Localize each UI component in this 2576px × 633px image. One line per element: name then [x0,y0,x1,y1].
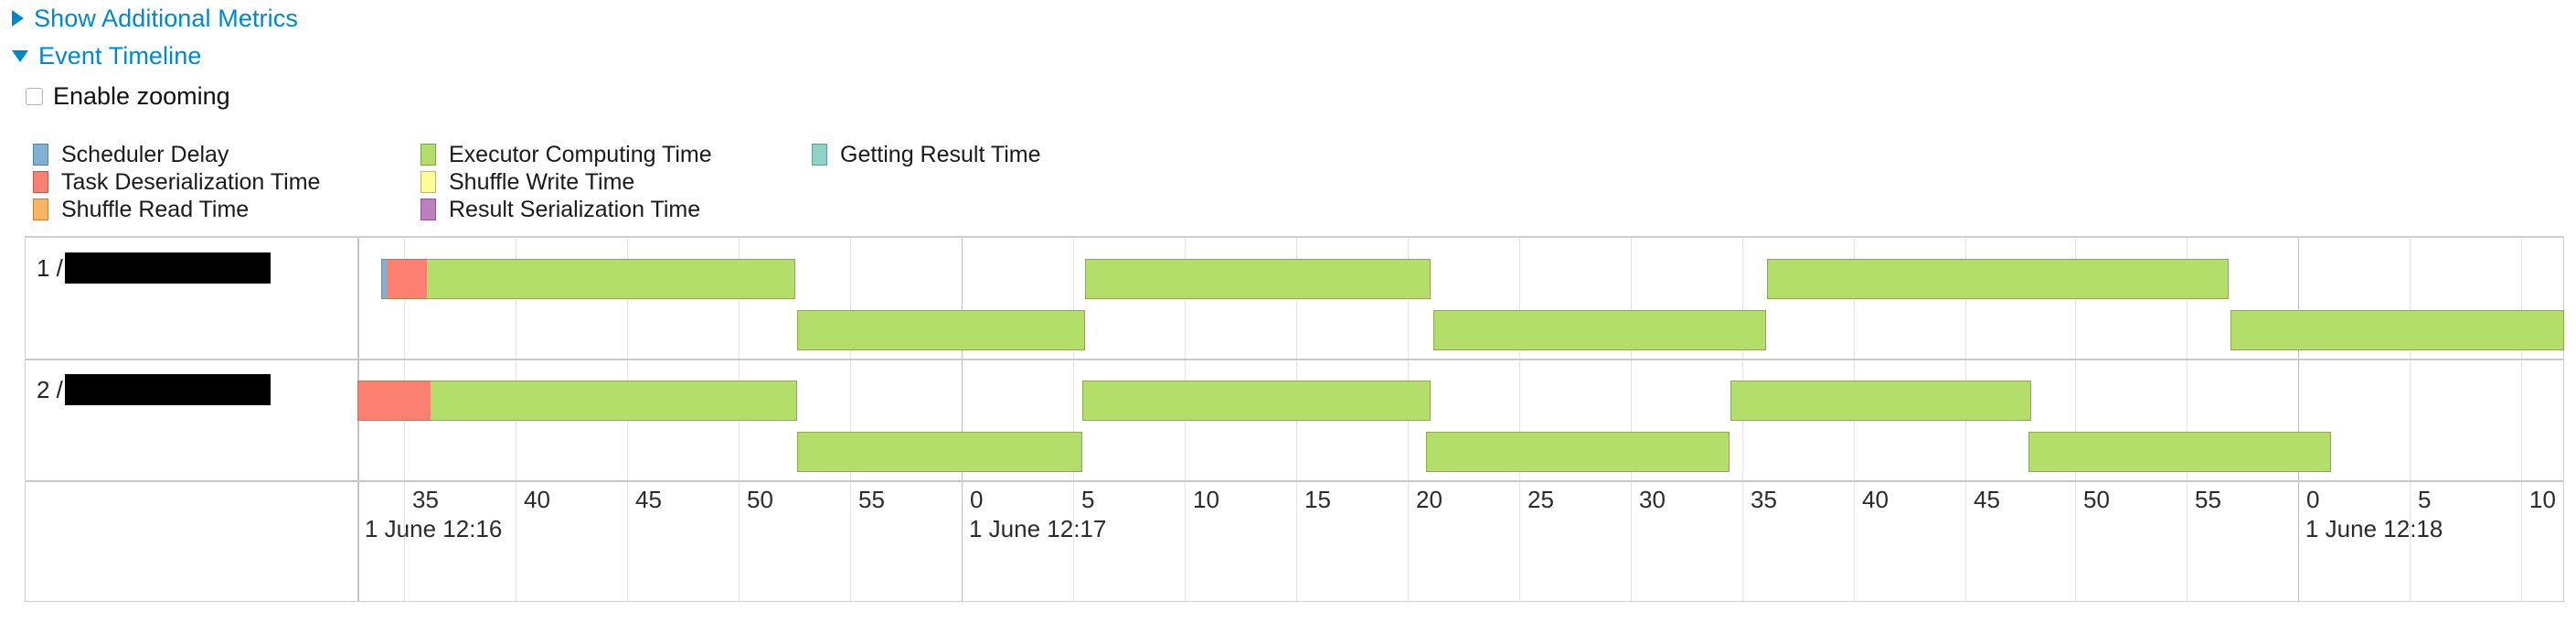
axis-minute-label: 1 June 12:17 [969,515,1107,542]
timeline-axis: 35 40 45 50 55 0 5 10 15 20 25 30 35 40 45 50 55 0 5 10 1 Ju… [26,482,2563,546]
task-bar[interactable] [357,381,797,421]
event-timeline-toggle[interactable]: Event Timeline [0,42,201,70]
legend-item-label: Getting Result Time [840,142,1041,167]
task-bar[interactable] [2230,310,2564,350]
caret-right-icon [12,10,24,27]
task-bar[interactable] [1433,310,1766,350]
axis-tick-label: 45 [1974,486,2000,513]
timeline-lane [26,432,2563,472]
axis-tick-label: 55 [2195,486,2221,513]
legend-swatch-icon [812,144,827,166]
legend-item: Shuffle Write Time [420,170,634,194]
axis-tick-label: 35 [412,486,439,513]
task-bar[interactable] [2028,432,2331,472]
show-additional-metrics-label: Show Additional Metrics [34,5,298,32]
enable-zooming-checkbox[interactable] [26,87,43,105]
axis-tick-label: 10 [2529,486,2556,513]
task-bar-segment-executor-computing[interactable] [427,259,795,299]
legend-swatch-icon [420,144,436,166]
axis-tick-label: 55 [858,486,885,513]
legend: Scheduler Delay Task Deserialization Time… [0,143,1188,225]
legend-swatch-icon [33,198,48,220]
task-bar[interactable] [1085,259,1431,299]
legend-item: Executor Computing Time [420,143,712,166]
axis-tick-label: 5 [1081,486,1095,513]
legend-item: Task Deserialization Time [33,170,320,194]
axis-tick-label: 50 [2083,486,2110,513]
axis-tick-label: 40 [524,486,550,513]
legend-item: Scheduler Delay [33,143,229,166]
task-bar[interactable] [1426,432,1730,472]
axis-tick-label: 40 [1862,486,1889,513]
task-bar[interactable] [797,310,1085,350]
task-bar[interactable] [1082,381,1431,421]
task-bar-segment-executor-computing[interactable] [1730,381,2031,421]
axis-minute-label: 1 June 12:18 [2305,515,2443,542]
task-bar-segment-executor-computing[interactable] [2028,432,2331,472]
enable-zooming-label: Enable zooming [53,82,230,110]
task-bar[interactable] [797,432,1082,472]
axis-tick-label: 15 [1304,486,1331,513]
task-bar-segment-executor-computing[interactable] [1082,381,1431,421]
show-additional-metrics-toggle[interactable]: Show Additional Metrics [0,5,298,32]
task-bar-segment-executor-computing[interactable] [431,381,797,421]
legend-item-label: Task Deserialization Time [61,169,321,195]
task-bar-segment-executor-computing[interactable] [2230,310,2564,350]
timeline-lane [26,310,2564,350]
axis-tick-label: 50 [747,486,773,513]
timeline-lane [26,259,2563,299]
axis-tick-label: 25 [1528,486,1554,513]
legend-item: Shuffle Read Time [33,198,249,221]
axis-tick-label: 45 [635,486,662,513]
timeline-lane [26,381,2563,421]
task-bar-segment-task-deserialization[interactable] [357,381,431,421]
legend-swatch-icon [33,144,48,166]
axis-tick-label: 35 [1751,486,1777,513]
task-bar-segment-task-deserialization[interactable] [387,259,427,299]
axis-tick-label: 30 [1639,486,1666,513]
legend-swatch-icon [420,198,436,220]
task-bar[interactable] [1767,259,2229,299]
timeline-row: 1 / [26,239,2564,360]
legend-item-label: Result Serialization Time [449,197,701,222]
axis-tick-label: 5 [2418,486,2432,513]
task-bar[interactable] [1730,381,2031,421]
legend-item-label: Shuffle Write Time [449,169,635,195]
task-bar-segment-executor-computing[interactable] [1085,259,1431,299]
legend-item-label: Scheduler Delay [61,142,229,167]
task-bar[interactable] [381,259,795,299]
timeline-row: 2 / [26,360,2563,482]
legend-swatch-icon [33,171,48,193]
caret-down-icon [12,49,28,62]
task-bar-segment-executor-computing[interactable] [1767,259,2229,299]
enable-zooming-row: Enable zooming [26,82,230,110]
event-timeline-page: Show Additional Metrics Event Timeline E… [0,0,2576,633]
event-timeline-chart: 1 /2 / 35 40 45 50 55 0 5 10 15 20 25 30 35 40 45 50 55 0 5… [25,236,2564,602]
axis-tick-label: 20 [1416,486,1442,513]
axis-tick-label: 0 [2306,486,2320,513]
task-bar-segment-executor-computing[interactable] [1433,310,1766,350]
task-bar-segment-executor-computing[interactable] [797,432,1082,472]
axis-minute-label: 1 June 12:16 [365,515,503,542]
row-separator [26,237,2563,238]
axis-tick-label: 10 [1193,486,1219,513]
event-timeline-label: Event Timeline [38,42,202,70]
legend-item: Getting Result Time [812,143,1041,166]
legend-swatch-icon [420,171,436,193]
legend-item: Result Serialization Time [420,198,700,221]
axis-tick-label: 0 [970,486,984,513]
task-bar-segment-executor-computing[interactable] [1426,432,1730,472]
task-bar-segment-executor-computing[interactable] [797,310,1085,350]
legend-item-label: Executor Computing Time [449,142,712,167]
legend-item-label: Shuffle Read Time [61,197,250,222]
